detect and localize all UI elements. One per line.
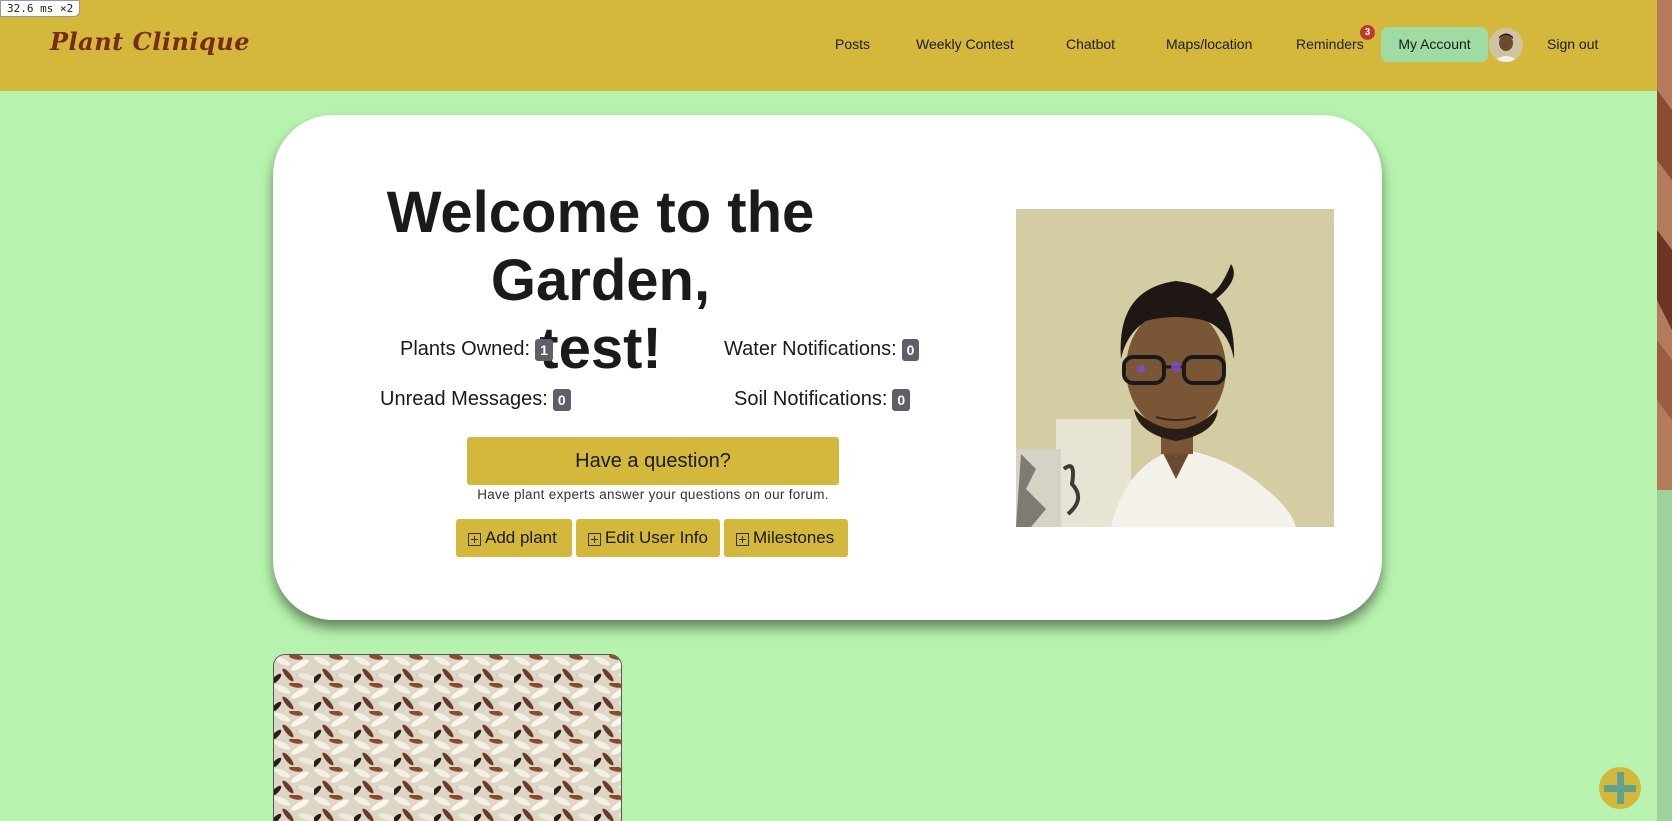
nav-link-posts[interactable]: Posts [835,36,870,52]
plus-square-icon [468,532,481,546]
stat-unread-messages: Unread Messages: 0 [380,388,571,411]
water-notifications-count: 0 [901,338,920,361]
sign-out-link[interactable]: Sign out [1547,36,1598,52]
stat-soil-notifications: Soil Notifications: 0 [734,388,911,411]
my-account-button[interactable]: My Account [1381,27,1488,62]
top-navbar: Plant Clinique Posts Weekly Contest Chat… [0,0,1657,91]
add-fab-button[interactable] [1599,767,1641,809]
page-scrollbar[interactable] [1657,0,1672,821]
soil-notifications-count: 0 [892,388,911,411]
stat-plants-owned: Plants Owned: 1 [400,338,553,361]
profile-photo [1016,209,1334,527]
stat-water-notifications: Water Notifications: 0 [724,338,920,361]
milestones-label: Milestones [753,528,835,547]
brand-logo[interactable]: Plant Clinique [50,27,250,56]
unread-messages-count: 0 [552,388,571,411]
stat-soil-label: Soil Notifications: [734,388,888,410]
plus-square-icon [588,532,601,546]
plant-card[interactable] [273,654,622,821]
stat-unread-label: Unread Messages: [380,388,548,410]
plants-owned-count: 1 [535,338,553,361]
add-plant-button[interactable]: Add plant [456,519,572,557]
plus-square-icon [736,532,749,546]
welcome-card: Welcome to the Garden, test! Plants Owne… [273,115,1382,620]
add-plant-label: Add plant [485,528,557,547]
stat-plants-owned-label: Plants Owned: [400,338,531,360]
user-avatar[interactable] [1489,28,1523,62]
reminders-count-badge: 3 [1360,25,1375,40]
stat-water-label: Water Notifications: [724,338,897,360]
forum-note: Have plant experts answer your questions… [477,487,829,502]
edit-user-info-label: Edit User Info [605,528,708,547]
nav-link-reminders[interactable]: Reminders [1296,36,1364,52]
milestones-button[interactable]: Milestones [724,519,848,557]
nav-link-maps[interactable]: Maps/location [1166,36,1252,52]
perf-indicator: 32.6 ms ×2 [0,0,81,17]
plant-image [274,655,621,821]
welcome-line-1: Welcome to the Garden, [386,180,815,313]
nav-link-chatbot[interactable]: Chatbot [1066,36,1115,52]
have-a-question-button[interactable]: Have a question? [467,437,839,485]
edit-user-info-button[interactable]: Edit User Info [576,519,720,557]
nav-link-weekly-contest[interactable]: Weekly Contest [916,36,1014,52]
